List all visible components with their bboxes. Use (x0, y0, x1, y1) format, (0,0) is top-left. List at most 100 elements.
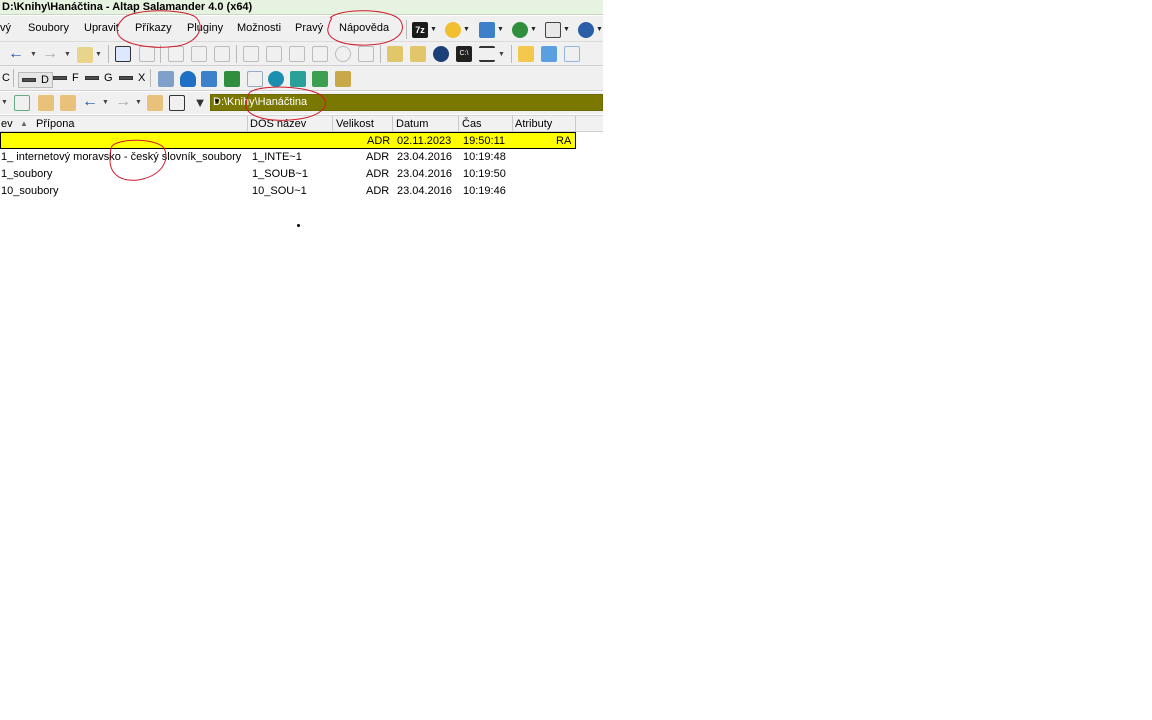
column-header-name[interactable]: ev (1, 118, 13, 130)
drive-button-x[interactable]: X (119, 72, 145, 84)
title-bar: D:\Knihy\Hanáčtina - Altap Salamander 4.… (0, 0, 603, 15)
cell-time: 19:50:11 (463, 135, 506, 147)
cut-icon[interactable] (168, 46, 184, 62)
document-icon[interactable] (158, 71, 174, 87)
plugin-7zip-button[interactable]: 7z ▼ (412, 21, 437, 38)
back-arrow-icon[interactable]: ← (82, 94, 98, 110)
dropdown-arrow-icon: ▼ (430, 26, 437, 33)
dropdown-arrow-icon[interactable]: ▼ (135, 99, 142, 106)
menu-item-view[interactable]: vý (0, 22, 11, 34)
chevron-down-icon[interactable]: ▼ (213, 97, 594, 106)
forward-arrow-icon[interactable]: → (42, 46, 58, 62)
dropdown-arrow-icon[interactable]: ▼ (102, 99, 109, 106)
toolbar-separator (150, 69, 151, 87)
drive-button-f[interactable]: F (53, 72, 79, 84)
drive-button-d[interactable]: D (18, 72, 53, 88)
rename-icon[interactable] (312, 46, 328, 62)
cell-date: 23.04.2016 (397, 168, 453, 180)
column-divider[interactable] (247, 116, 248, 132)
dropdown-arrow-icon[interactable]: ▼ (95, 51, 102, 58)
parent-dir-icon[interactable] (60, 95, 76, 111)
select-icon[interactable] (77, 47, 93, 63)
dropdown-arrow-icon[interactable]: ▼ (498, 51, 505, 58)
panel-split-icon[interactable] (169, 95, 185, 111)
column-header-dos-name[interactable]: DOS název (250, 118, 306, 130)
paste-icon[interactable] (214, 46, 230, 62)
dropdown-arrow-icon[interactable]: ▼ (1, 99, 8, 106)
drive-button-g[interactable]: G (85, 72, 113, 84)
view-mode-icon[interactable] (479, 46, 495, 62)
dropdown-arrow-icon: ▼ (563, 26, 570, 33)
user-icon[interactable] (433, 46, 449, 62)
network-plugin-icon[interactable] (201, 71, 217, 87)
column-divider[interactable] (392, 116, 393, 132)
tools-icon (479, 21, 495, 38)
web-icon[interactable] (268, 71, 284, 87)
table-row-selected[interactable]: ADR 02.11.2023 19:50:11 RA (0, 132, 576, 149)
command-prompt-icon[interactable]: C:\ (456, 46, 472, 62)
ftp-icon[interactable] (224, 71, 240, 87)
pack-icon[interactable] (243, 46, 259, 62)
toolbar-separator (380, 45, 381, 63)
menu-item-options[interactable]: Možnosti (237, 22, 281, 34)
table-row[interactable]: 10_soubory 10_SOU~1 ADR 23.04.2016 10:19… (0, 183, 576, 200)
cell-time: 10:19:48 (463, 151, 506, 163)
sync-icon[interactable] (312, 71, 328, 87)
tag-icon[interactable] (358, 46, 374, 62)
refresh-icon[interactable] (564, 46, 580, 62)
panel-mode-icon[interactable] (14, 95, 30, 111)
plugin-globe-button[interactable]: ▼ (578, 21, 603, 38)
column-header-size[interactable]: Velikost (336, 118, 374, 130)
toolbar-separator (13, 69, 14, 87)
main-toolbar: ← ▼ → ▼ ▼ C:\ ▼ (0, 42, 603, 66)
table-row[interactable]: 1_soubory 1_SOUB~1 ADR 23.04.2016 10:19:… (0, 166, 576, 183)
path-bar[interactable]: D:\Knihy\Hanáčtina ▼ (210, 94, 603, 111)
menu-item-files[interactable]: Soubory (28, 22, 69, 34)
dropdown-arrow-icon[interactable]: ▼ (64, 51, 71, 58)
column-header-extension[interactable]: Přípona (36, 118, 75, 130)
convert-icon[interactable] (335, 46, 351, 62)
column-divider[interactable] (332, 116, 333, 132)
column-header-date[interactable]: Datum (396, 118, 428, 130)
image-icon[interactable] (290, 71, 306, 87)
column-header-time[interactable]: Čas (462, 118, 482, 130)
menu-item-help[interactable]: Nápověda (339, 22, 389, 34)
viewer-icon (545, 21, 561, 38)
plugin-tools-button[interactable]: ▼ (479, 21, 504, 38)
plugin-ftp-button[interactable]: ▼ (512, 21, 537, 38)
menu-item-edit[interactable]: Upravit (84, 22, 119, 34)
filter-icon[interactable]: ▼ (192, 95, 208, 111)
cell-date: 23.04.2016 (397, 151, 453, 163)
dropdown-arrow-icon[interactable]: ▼ (30, 51, 37, 58)
back-arrow-icon[interactable]: ← (8, 46, 24, 62)
cell-size: ADR (366, 151, 390, 163)
menu-item-commands[interactable]: Příkazy (135, 22, 172, 34)
clear-filter-icon[interactable] (139, 46, 155, 62)
properties-icon[interactable] (289, 46, 305, 62)
folder-icon[interactable] (518, 46, 534, 62)
find-files-icon[interactable] (387, 46, 403, 62)
toolbar-separator (236, 45, 237, 63)
onedrive-icon[interactable] (180, 71, 196, 87)
menu-item-plugins[interactable]: Pluginy (187, 22, 223, 34)
column-header-attributes[interactable]: Atributy (515, 118, 552, 130)
root-dir-icon[interactable] (38, 95, 54, 111)
ftp-icon (512, 21, 528, 38)
change-dir-icon[interactable] (147, 95, 163, 111)
column-divider[interactable] (512, 116, 513, 132)
battery-icon[interactable] (335, 71, 351, 87)
column-divider[interactable] (575, 116, 576, 132)
filter-icon[interactable] (115, 46, 131, 62)
forward-arrow-icon[interactable]: → (115, 94, 131, 110)
unpack-icon[interactable] (266, 46, 282, 62)
copy-icon[interactable] (191, 46, 207, 62)
find-icon[interactable] (410, 46, 426, 62)
column-divider[interactable] (458, 116, 459, 132)
menu-item-right[interactable]: Pravý (295, 22, 323, 34)
monitor-icon[interactable] (541, 46, 557, 62)
table-row[interactable]: 1_ internetový moravsko - český slovník_… (0, 149, 576, 166)
drive-button-c[interactable]: C (2, 72, 10, 84)
disk-icon[interactable] (247, 71, 263, 87)
plugin-network-button[interactable]: ▼ (445, 21, 470, 38)
plugin-viewer-button[interactable]: ▼ (545, 21, 570, 38)
